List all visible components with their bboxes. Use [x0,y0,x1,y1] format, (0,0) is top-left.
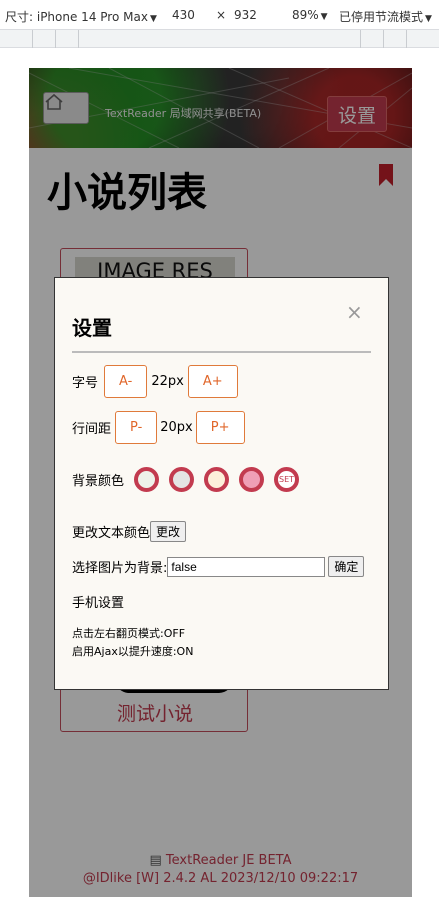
bg-image-row: 选择图片为背景: 确定 [72,556,365,577]
chevron-down-icon: ▼ [320,12,328,22]
bg-swatch-4[interactable] [239,467,265,492]
line-height-label: 行间距 [72,422,112,437]
ruler-mark [383,30,384,48]
bg-image-input[interactable] [167,556,326,577]
times-icon: × [216,8,227,22]
media-query-ruler [0,30,439,48]
devtools-device-toolbar: 尺寸: iPhone 14 Pro Max ▼ 430 × 932 89% ▼ 已停… [0,0,439,30]
line-height-row: 行间距 P- 20px P+ [72,411,245,444]
text-color-label: 更改文本颜色 [72,526,151,541]
device-select[interactable]: 尺寸: iPhone 14 Pro Max ▼ [5,8,157,25]
chevron-down-icon: ▼ [149,14,157,24]
line-height-increase-button[interactable]: P+ [195,411,245,444]
ruler-mark [32,30,33,48]
bg-image-label: 选择图片为背景: [72,561,168,576]
bg-swatch-2[interactable] [169,467,195,492]
modal-title: 设置 [72,316,112,340]
bg-swatch-3[interactable] [204,467,230,492]
ruler-mark [360,30,361,48]
throttle-label: 已停用节流模式 [339,10,424,24]
modal-divider [72,351,371,353]
device-label: 尺寸: iPhone 14 Pro Max [5,10,148,24]
text-color-row: 更改文本颜色 更改 [72,521,187,542]
line-height-decrease-button[interactable]: P- [115,411,158,444]
width-input[interactable]: 430 [172,8,195,22]
close-icon[interactable]: × [346,302,363,322]
ruler-mark [78,30,79,48]
bg-color-row: 背景颜色 SET [72,467,309,492]
ruler-mark [406,30,407,48]
ruler-mark [55,30,56,48]
bg-color-label: 背景颜色 [72,474,125,489]
font-size-value: 22px [151,374,184,389]
device-viewport: TextReader 局域网共享(BETA) 设置 小说列表 IMAGE RES… [29,68,412,897]
height-input[interactable]: 932 [234,8,257,22]
zoom-label: 89% [292,8,319,22]
chevron-down-icon: ▼ [425,14,432,24]
settings-modal: 设置 × 字号 A- 22px A+ 行间距 P- 20px P+ 背景颜色 S… [54,277,389,690]
bg-swatch-custom[interactable]: SET [274,467,300,492]
zoom-select[interactable]: 89% ▼ [292,8,328,22]
line-height-value: 20px [160,420,193,435]
change-text-color-button[interactable]: 更改 [150,521,187,542]
font-size-row: 字号 A- 22px A+ [72,365,238,398]
font-size-label: 字号 [72,376,99,391]
confirm-bg-image-button[interactable]: 确定 [328,556,365,577]
ajax-toggle[interactable]: 启用Ajax以提升速度:ON [72,643,193,659]
font-size-increase-button[interactable]: A+ [187,365,238,398]
tap-page-mode-toggle[interactable]: 点击左右翻页模式:OFF [72,625,185,641]
mobile-settings-heading: 手机设置 [72,596,125,611]
throttle-select[interactable]: 已停用节流模式 ▼ [339,8,432,25]
bg-swatch-1[interactable] [134,467,160,492]
font-size-decrease-button[interactable]: A- [104,365,148,398]
